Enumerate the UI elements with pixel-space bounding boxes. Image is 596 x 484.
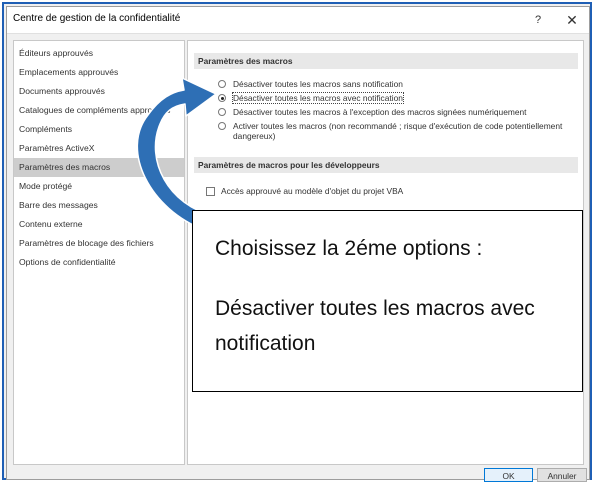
vba-trust-checkbox[interactable] — [206, 186, 215, 196]
sidebar-item-message-bar[interactable]: Barre des messages — [14, 196, 184, 215]
window-title: Centre de gestion de la confidentialité — [13, 13, 181, 24]
title-bar: Centre de gestion de la confidentialité … — [7, 7, 589, 34]
radio-button-selected[interactable] — [218, 94, 226, 102]
sidebar: Éditeurs approuvés Emplacements approuvé… — [13, 40, 185, 465]
vba-trust-checkbox-row[interactable]: Accès approuvé au modèle d'objet du proj… — [206, 186, 403, 196]
close-button[interactable]: ✕ — [563, 11, 581, 29]
sidebar-item-addins[interactable]: Compléments — [14, 120, 184, 139]
sidebar-item-macro-settings[interactable]: Paramètres des macros — [14, 158, 184, 177]
annotation-callout: Choisissez la 2éme options : Désactiver … — [192, 210, 583, 392]
sidebar-item-file-block[interactable]: Paramètres de blocage des fichiers — [14, 234, 184, 253]
radio-label: Désactiver toutes les macros sans notifi… — [233, 79, 403, 89]
ok-button[interactable]: OK — [484, 468, 533, 482]
annotation-line-2: Désactiver toutes les macros avec notifi… — [215, 297, 535, 355]
macro-settings-header: Paramètres des macros — [194, 53, 578, 69]
vba-trust-label: Accès approuvé au modèle d'objet du proj… — [221, 186, 404, 196]
help-button[interactable]: ? — [529, 11, 547, 29]
radio-label: Activer toutes les macros (non recommand… — [233, 121, 563, 141]
radio-button[interactable] — [218, 108, 226, 116]
sidebar-item-trusted-locations[interactable]: Emplacements approuvés — [14, 63, 184, 82]
sidebar-item-trusted-publishers[interactable]: Éditeurs approuvés — [14, 44, 184, 63]
sidebar-item-activex[interactable]: Paramètres ActiveX — [14, 139, 184, 158]
radio-disable-no-notification[interactable]: Désactiver toutes les macros sans notifi… — [218, 79, 403, 89]
sidebar-item-protected-view[interactable]: Mode protégé — [14, 177, 184, 196]
sidebar-item-trusted-documents[interactable]: Documents approuvés — [14, 82, 184, 101]
cancel-button[interactable]: Annuler — [537, 468, 587, 482]
radio-enable-all[interactable]: Activer toutes les macros (non recommand… — [218, 121, 573, 141]
annotation-line-1: Choisissez la 2éme options : — [215, 237, 483, 260]
sidebar-item-addin-catalogs[interactable]: Catalogues de compléments approuvés — [14, 101, 184, 120]
sidebar-item-privacy-options[interactable]: Options de confidentialité — [14, 253, 184, 272]
radio-button[interactable] — [218, 80, 226, 88]
radio-button[interactable] — [218, 122, 226, 130]
developer-settings-header: Paramètres de macros pour les développeu… — [194, 157, 578, 173]
radio-disable-with-notification[interactable]: Désactiver toutes les macros avec notifi… — [218, 92, 404, 104]
radio-label: Désactiver toutes les macros avec notifi… — [232, 92, 404, 104]
sidebar-list: Éditeurs approuvés Emplacements approuvé… — [14, 41, 184, 272]
sidebar-item-external-content[interactable]: Contenu externe — [14, 215, 184, 234]
radio-label: Désactiver toutes les macros à l'excepti… — [233, 107, 527, 117]
radio-disable-except-signed[interactable]: Désactiver toutes les macros à l'excepti… — [218, 107, 526, 117]
